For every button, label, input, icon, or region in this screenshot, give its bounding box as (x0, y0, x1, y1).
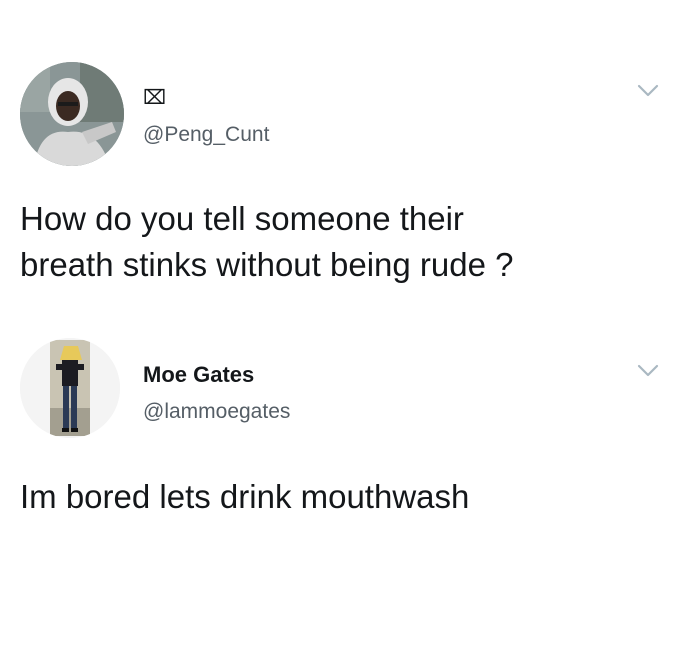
user-handle[interactable]: @Peng_Cunt (143, 122, 269, 148)
user-handle[interactable]: @lammoegates (143, 399, 290, 425)
display-name[interactable]: Moe Gates (143, 362, 254, 388)
tweet-text: Im bored lets drink mouthwash (20, 478, 470, 515)
user-avatar[interactable] (20, 62, 124, 166)
avatar-image (20, 62, 124, 166)
tweet-text: How do you tell someone their breath sti… (20, 200, 514, 283)
tweet[interactable]: ⌧ @Peng_Cunt How do you tell someone the… (0, 0, 680, 320)
chevron-down-icon[interactable] (637, 364, 659, 378)
user-avatar[interactable] (20, 338, 120, 438)
chevron-down-icon[interactable] (637, 84, 659, 98)
avatar-image (20, 338, 120, 438)
display-name[interactable]: ⌧ (143, 84, 166, 110)
tweet[interactable]: Moe Gates @lammoegates Im bored lets dri… (0, 320, 680, 651)
